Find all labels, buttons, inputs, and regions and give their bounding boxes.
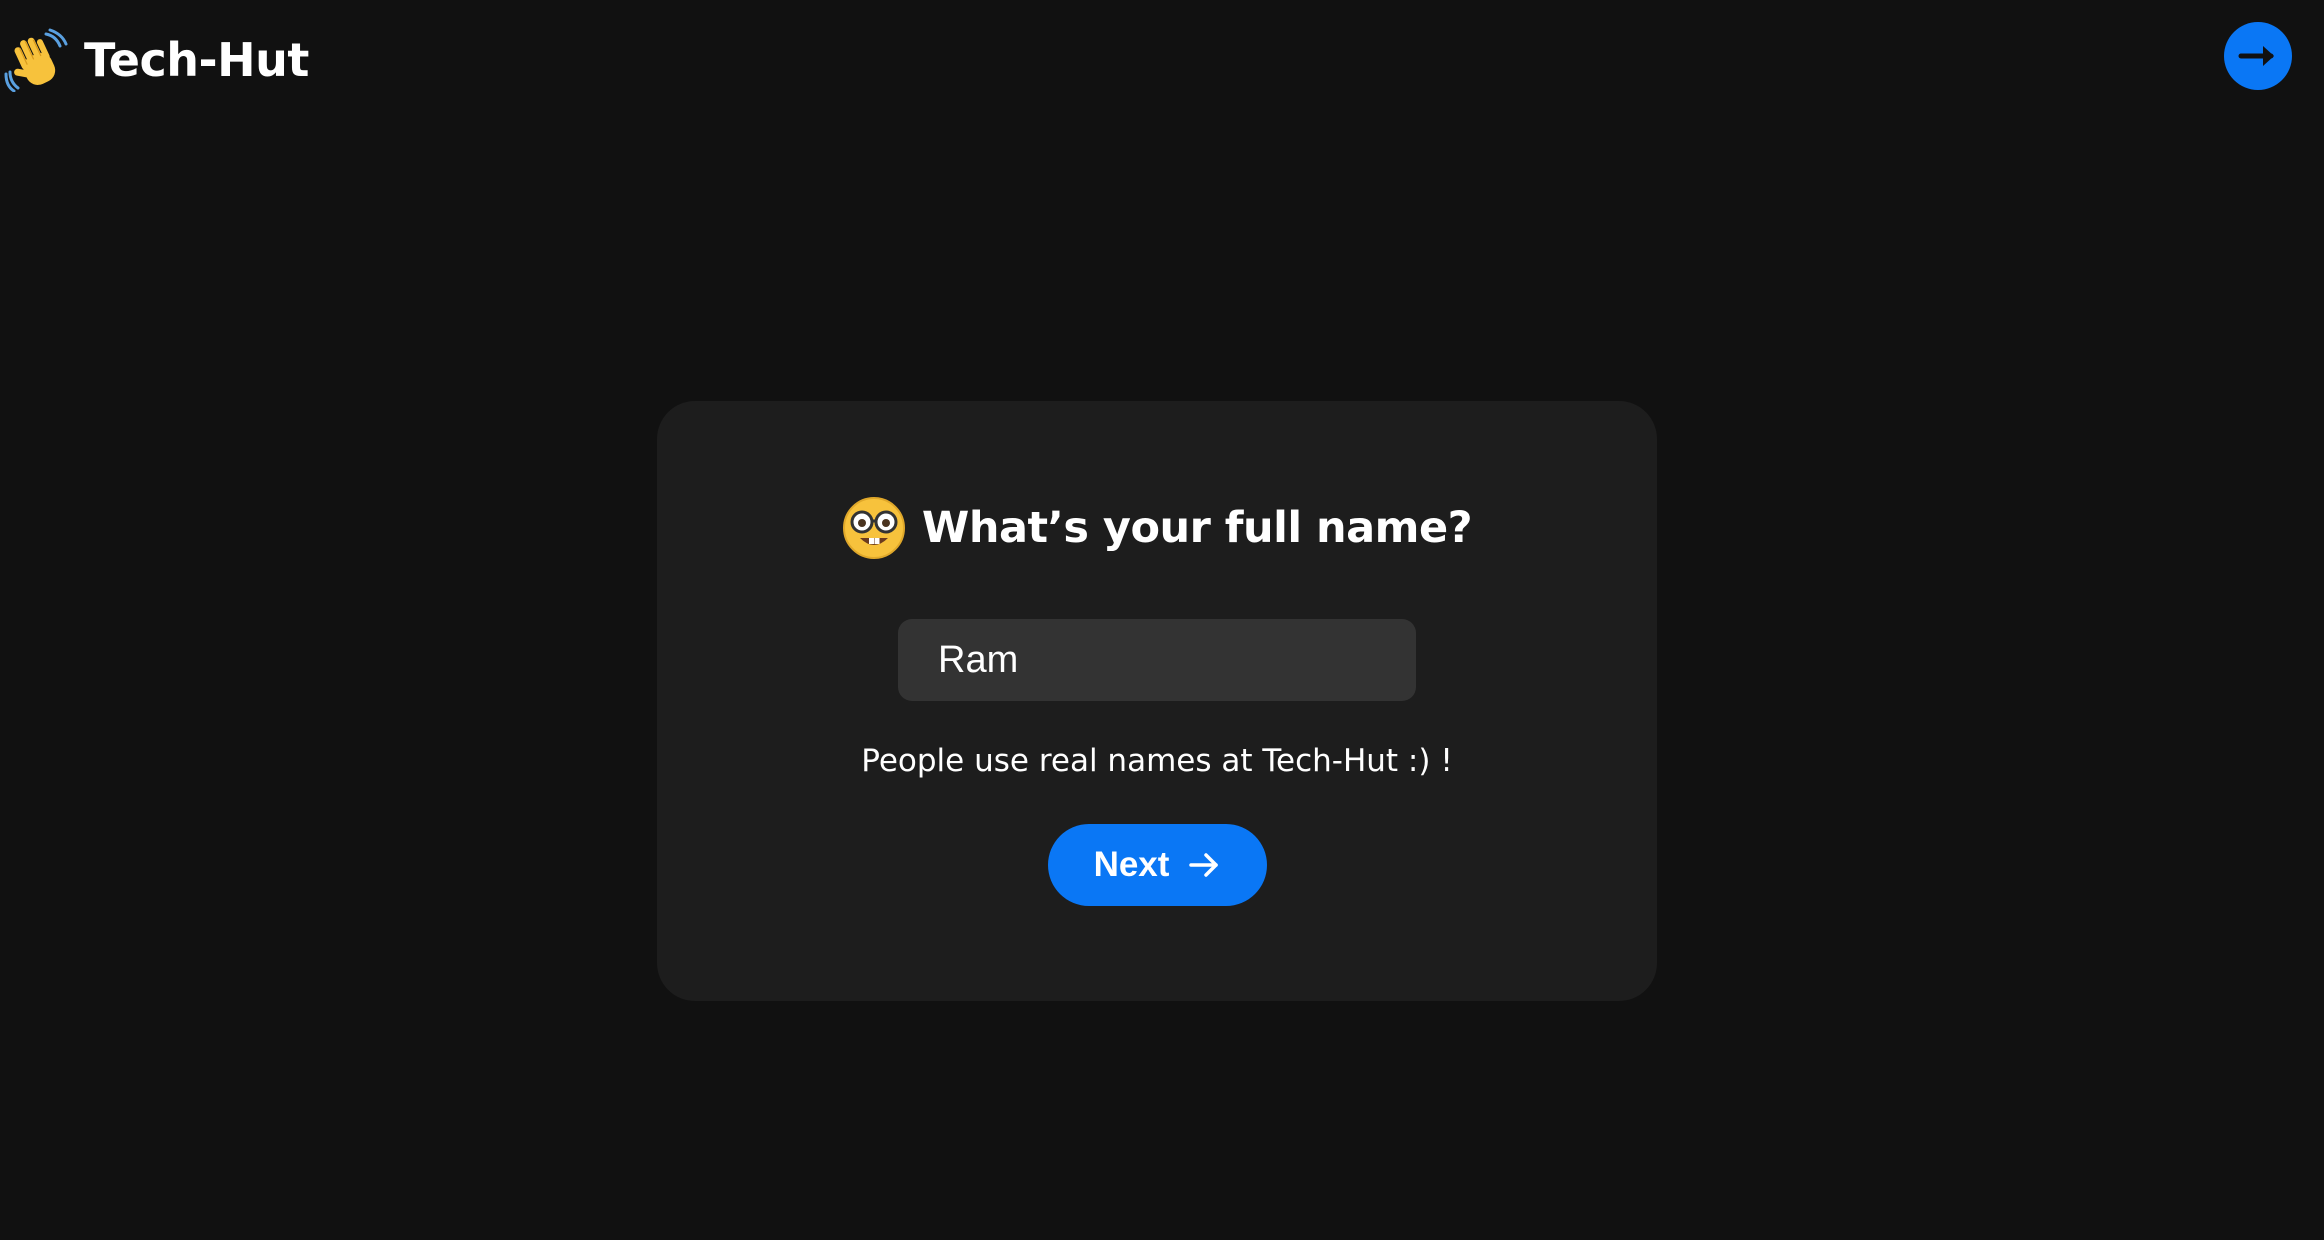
header: Tech-Hut [0, 0, 2324, 120]
exit-button[interactable] [2224, 22, 2292, 90]
arrow-right-icon [2235, 33, 2281, 79]
brand-name: Tech-Hut [84, 33, 309, 87]
nerd-face-icon [842, 496, 906, 560]
brand[interactable]: Tech-Hut [4, 26, 309, 94]
full-name-input[interactable] [898, 619, 1416, 701]
name-card: What’s your full name? People use real n… [657, 401, 1657, 1001]
next-button-label: Next [1093, 845, 1170, 884]
hint-text: People use real names at Tech-Hut :) ! [861, 743, 1453, 779]
next-button[interactable]: Next [1048, 824, 1267, 906]
page: Tech-Hut What’s your full name? Ram Peop… [0, 0, 2324, 1240]
question-text: What’s your full name? [921, 503, 1473, 553]
question-heading: What’s your full name? [657, 496, 1657, 560]
arrow-right-icon [1187, 848, 1221, 882]
waving-hand-icon [4, 28, 68, 93]
